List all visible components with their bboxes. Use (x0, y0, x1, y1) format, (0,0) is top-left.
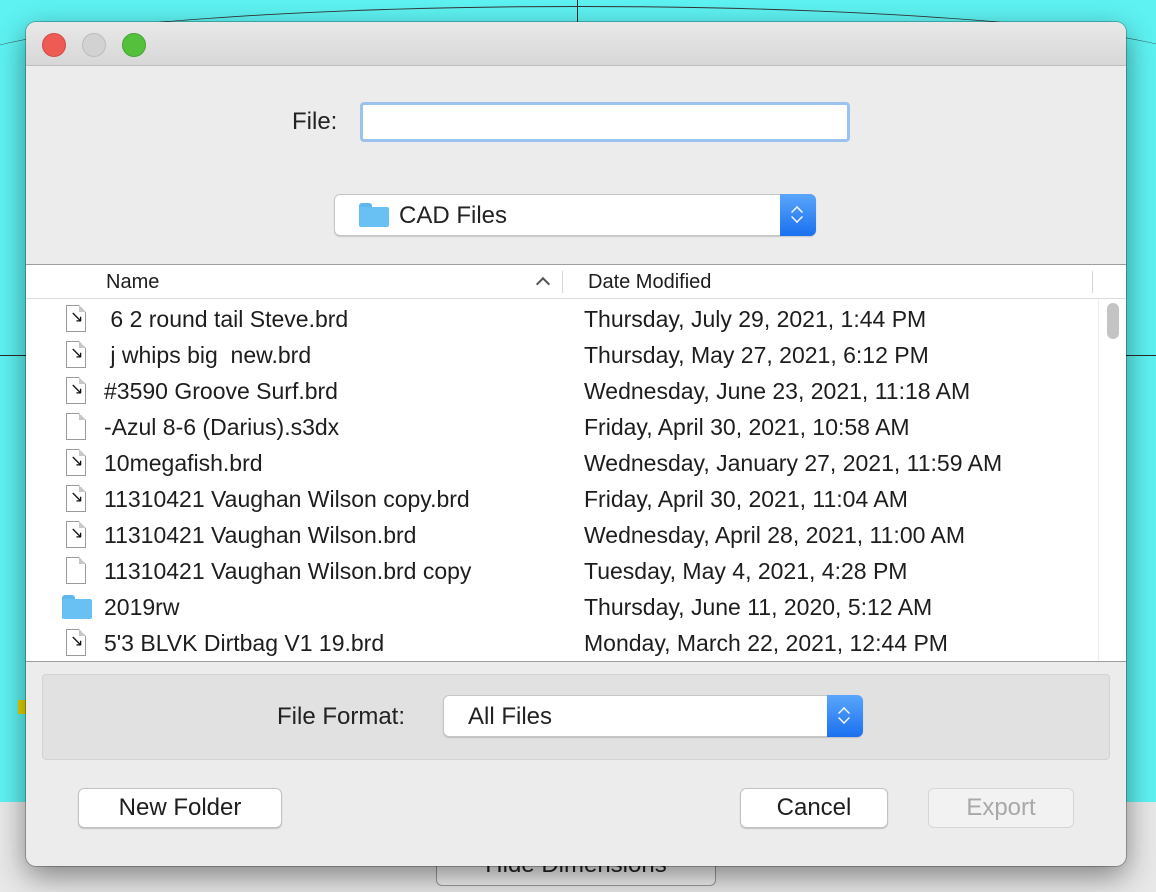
file-name: 10megafish.brd (104, 450, 263, 476)
file-format-popup[interactable]: All Files (443, 695, 863, 737)
file-list: ↘ 6 2 round tail Steve.brd Thursday, July… (26, 301, 1096, 661)
file-name: -Azul 8-6 (Darius).s3dx (104, 414, 340, 440)
column-divider[interactable] (562, 271, 563, 293)
brd-file-icon: ↘ (66, 305, 86, 332)
popup-stepper-icon (827, 695, 863, 737)
new-folder-button[interactable]: New Folder (78, 788, 282, 828)
file-row[interactable]: -Azul 8-6 (Darius).s3dx Friday, April 30,… (26, 409, 1096, 445)
file-format-value: All Files (468, 703, 553, 730)
file-date-modified: Monday, March 22, 2021, 12:44 PM (584, 630, 948, 656)
brd-file-icon: ↘ (66, 629, 86, 656)
brd-file-icon: ↘ (66, 449, 86, 476)
column-divider[interactable] (1092, 271, 1093, 293)
generic-file-icon (66, 557, 86, 584)
export-dialog: File: CAD Files Name Date Modified ↘ 6 2… (26, 22, 1126, 866)
board-glyph-icon: ↘ (70, 381, 84, 398)
file-date-modified: Wednesday, January 27, 2021, 11:59 AM (584, 450, 1003, 476)
folder-icon (62, 595, 92, 619)
file-row[interactable]: ↘ 10megafish.brd Wednesday, January 27, 20… (26, 445, 1096, 481)
file-date-modified: Friday, April 30, 2021, 10:58 AM (584, 414, 910, 440)
board-glyph-icon: ↘ (70, 309, 84, 326)
location-popup[interactable]: CAD Files (334, 194, 816, 236)
board-glyph-icon: ↘ (70, 633, 84, 650)
board-glyph-icon: ↘ (70, 453, 84, 470)
brd-file-icon: ↘ (66, 521, 86, 548)
file-format-label: File Format: (277, 703, 406, 730)
title-bar (26, 22, 1126, 66)
file-date-modified: Thursday, July 29, 2021, 1:44 PM (584, 306, 927, 332)
export-button[interactable]: Export (928, 788, 1074, 828)
column-header: Name Date Modified (26, 265, 1126, 299)
file-name: 6 2 round tail Steve.brd (104, 306, 349, 332)
file-browser: Name Date Modified ↘ 6 2 round tail Stev… (26, 264, 1126, 662)
close-window-button[interactable] (42, 33, 66, 57)
file-row[interactable]: ↘ 11310421 Vaughan Wilson.brd Wednesday, A… (26, 517, 1096, 553)
folder-icon (359, 203, 389, 227)
file-format-panel: File Format: All Files (42, 674, 1110, 760)
file-date-modified: Thursday, June 11, 2020, 5:12 AM (584, 594, 933, 620)
file-name: 11310421 Vaughan Wilson.brd (104, 522, 417, 548)
file-date-modified: Friday, April 30, 2021, 11:04 AM (584, 486, 908, 512)
vertical-scrollbar[interactable] (1098, 299, 1126, 661)
file-date-modified: Wednesday, June 23, 2021, 11:18 AM (584, 378, 971, 404)
file-row[interactable]: ↘ 6 2 round tail Steve.brd Thursday, July… (26, 301, 1096, 337)
file-row[interactable]: ↘ j whips big new.brd Thursday, May 27, 2… (26, 337, 1096, 373)
file-date-modified: Wednesday, April 28, 2021, 11:00 AM (584, 522, 966, 548)
file-name-label: File: (292, 108, 338, 135)
file-date-modified: Tuesday, May 4, 2021, 4:28 PM (584, 558, 908, 584)
file-date-modified: Thursday, May 27, 2021, 6:12 PM (584, 342, 929, 368)
file-row[interactable]: 2019rw Thursday, June 11, 2020, 5:12 AM (26, 589, 1096, 625)
board-glyph-icon: ↘ (70, 525, 84, 542)
board-glyph-icon: ↘ (70, 489, 84, 506)
file-name-input[interactable] (360, 102, 850, 142)
file-row[interactable]: 11310421 Vaughan Wilson.brd copy Tuesday,… (26, 553, 1096, 589)
cancel-button[interactable]: Cancel (740, 788, 888, 828)
file-row[interactable]: ↘ #3590 Groove Surf.brd Wednesday, June 23… (26, 373, 1096, 409)
file-name: 11310421 Vaughan Wilson copy.brd (104, 486, 470, 512)
file-name-row: File: (26, 102, 1126, 142)
sort-ascending-icon (535, 276, 551, 292)
file-row[interactable]: ↘ 5'3 BLVK Dirtbag V1 19.brd Monday, March… (26, 625, 1096, 661)
scrollbar-thumb[interactable] (1107, 303, 1119, 339)
file-name: #3590 Groove Surf.brd (104, 378, 338, 404)
column-header-date[interactable]: Date Modified (588, 271, 711, 294)
board-glyph-icon: ↘ (70, 345, 84, 362)
column-header-name[interactable]: Name (106, 271, 159, 294)
brd-file-icon: ↘ (66, 341, 86, 368)
generic-file-icon (66, 413, 86, 440)
file-name: 11310421 Vaughan Wilson.brd copy (104, 558, 472, 584)
file-name: j whips big new.brd (104, 342, 312, 368)
location-label: CAD Files (399, 202, 508, 229)
file-name: 2019rw (104, 594, 180, 620)
file-name: 5'3 BLVK Dirtbag V1 19.brd (104, 630, 385, 656)
zoom-window-button[interactable] (122, 33, 146, 57)
brd-file-icon: ↘ (66, 485, 86, 512)
minimize-window-button (82, 33, 106, 57)
popup-stepper-icon (780, 194, 816, 236)
file-row[interactable]: ↘ 11310421 Vaughan Wilson copy.brd Friday,… (26, 481, 1096, 517)
brd-file-icon: ↘ (66, 377, 86, 404)
